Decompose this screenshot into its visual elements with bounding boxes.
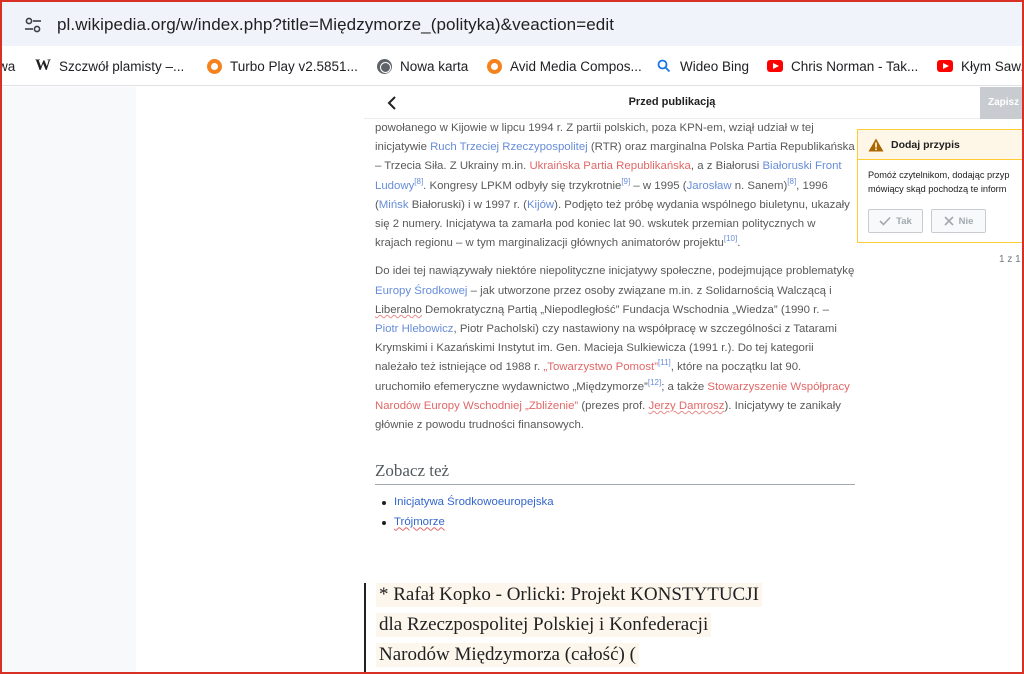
text: Białoruski) i w 1997 r. ( — [408, 198, 527, 211]
bookmark-chris-norman[interactable]: Chris Norman - Tak... — [767, 57, 918, 75]
popup-buttons: Tak Nie — [868, 209, 986, 233]
link-trojmorze[interactable]: Trójmorze — [394, 516, 445, 528]
text: . — [737, 237, 741, 250]
link-jaroslaw[interactable]: Jarosław — [687, 180, 732, 192]
left-gutter — [0, 87, 136, 674]
text: – w 1995 ( — [630, 179, 687, 192]
quote-line: Narodów Międzymorza (całość) ( — [376, 643, 639, 667]
link-minsk[interactable]: Mińsk — [379, 199, 409, 211]
link-hlebowicz[interactable]: Piotr Hlebowicz — [375, 323, 454, 335]
quote-line: dla Rzeczpospolitej Polskiej i Konfedera… — [376, 613, 712, 637]
bookmark-wideo-bing[interactable]: Wideo Bing — [656, 57, 749, 75]
wikipedia-icon: W — [35, 57, 51, 74]
footnote-ref[interactable]: [8] — [787, 177, 796, 186]
bookmark-label: Chris Norman - Tak... — [791, 58, 919, 74]
spellcheck-word[interactable]: Liberalno — [375, 304, 422, 316]
bookmarks-bar: wa W Szczwół plamisty –... Turbo Play v2… — [0, 46, 1024, 86]
text: . Kongresy LPKM odbyły się trzykrotnie — [423, 179, 622, 192]
link-inicjatywa[interactable]: Inicjatywa Środkowoeuropejska — [394, 496, 554, 508]
editor-toolbar: Przed publikacją Zapisz — [364, 87, 1024, 119]
bookmark-klym[interactable]: Kłym Saw... — [937, 57, 1024, 75]
bookmark-wa[interactable]: wa — [0, 57, 15, 75]
article-body: powołanego w Kijowie w lipcu 1994 r. Z p… — [375, 119, 855, 532]
address-bar[interactable]: pl.wikipedia.org/w/index.php?title=Międz… — [0, 0, 1024, 46]
bookmark-label: Wideo Bing — [680, 58, 750, 74]
bookmark-szczwol[interactable]: W Szczwół plamisty –... — [35, 57, 184, 75]
redlink-damrosz[interactable]: Jerzy Damrosz — [649, 400, 725, 412]
bookmark-avid[interactable]: Avid Media Compos... — [486, 57, 642, 75]
close-icon — [944, 216, 954, 226]
yes-button[interactable]: Tak — [868, 209, 923, 233]
bookmark-nowa-karta[interactable]: Nowa karta — [376, 57, 468, 75]
no-button[interactable]: Nie — [931, 209, 986, 233]
turbo-icon — [486, 58, 502, 74]
text: n. Sanem) — [731, 179, 788, 192]
footnote-ref[interactable]: [10] — [724, 234, 737, 243]
link-kijow[interactable]: Kijów — [527, 199, 554, 211]
list-item: Trójmorze — [382, 512, 855, 532]
warning-icon — [868, 138, 884, 151]
suggestion-counter: 1 z 1 — [999, 254, 1021, 265]
text: ; a także — [661, 380, 708, 393]
see-also-list: Inicjatywa Środkowoeuropejska Trójmorze — [375, 492, 855, 532]
bookmark-label: wa — [0, 58, 16, 74]
check-icon — [879, 216, 891, 226]
search-icon — [656, 58, 672, 74]
turbo-icon — [206, 58, 222, 74]
paragraph-1: powołanego w Kijowie w lipcu 1994 r. Z p… — [375, 119, 855, 253]
bookmark-label: Nowa karta — [400, 58, 469, 74]
page-viewport: Przed publikacją Zapisz powołanego w Kij… — [0, 87, 1024, 674]
popup-body: Pomóż czytelnikom, dodając przyp mówiący… — [858, 160, 1024, 196]
text: Demokratyczną Partią „Niepodległość” Fun… — [421, 303, 829, 316]
link-europa-srodkowa[interactable]: Europy Środkowej — [375, 285, 467, 297]
redlink-upr[interactable]: Ukraińska Partia Republikańska — [529, 160, 690, 172]
footnote-ref[interactable]: [9] — [621, 177, 630, 186]
redlink-pomost[interactable]: „Towarzystwo Pomost” — [543, 361, 658, 373]
save-button[interactable]: Zapisz — [980, 87, 1024, 119]
url-text[interactable]: pl.wikipedia.org/w/index.php?title=Międz… — [57, 15, 614, 35]
globe-icon — [376, 58, 392, 74]
text: Do idei tej nawiązywały niektóre niepoli… — [375, 265, 855, 278]
footnote-ref[interactable]: [12] — [648, 378, 661, 387]
text: (prezes prof. — [578, 399, 649, 412]
youtube-icon — [937, 58, 953, 74]
site-settings-icon[interactable] — [24, 17, 42, 33]
quote-line: * Rafał Kopko - Orlicki: Projekt KONSTYT… — [376, 583, 762, 607]
youtube-icon — [767, 58, 783, 74]
editor-title: Przed publikacją — [628, 96, 716, 108]
link-rtr[interactable]: Ruch Trzeciej Rzeczypospolitej — [430, 141, 588, 153]
yes-label: Tak — [896, 215, 912, 227]
no-label: Nie — [958, 215, 974, 227]
popup-text: Pomóż czytelnikom, dodając przyp — [868, 170, 1010, 180]
list-item: Inicjatywa Środkowoeuropejska — [382, 492, 855, 512]
popup-header: Dodaj przypis — [858, 130, 1024, 160]
popup-text: mówiący skąd pochodzą te inform — [868, 184, 1007, 194]
paragraph-2: Do idei tej nawiązywały niektóre niepoli… — [375, 262, 855, 435]
bookmark-turbo-play[interactable]: Turbo Play v2.5851... — [206, 57, 358, 75]
popup-title: Dodaj przypis — [891, 138, 960, 151]
footnote-ref[interactable]: [11] — [658, 359, 671, 368]
bookmark-label: Szczwół plamisty –... — [59, 58, 185, 74]
bookmark-label: Avid Media Compos... — [510, 58, 642, 74]
bookmark-label: Turbo Play v2.5851... — [230, 58, 358, 74]
text: , a z Białorusi — [690, 160, 763, 173]
section-heading-see-also: Zobacz też — [375, 444, 855, 486]
add-citation-popup: Dodaj przypis Pomóż czytelnikom, dodając… — [857, 129, 1024, 243]
text: – jak utworzone przez osoby związane m.i… — [467, 284, 832, 297]
bookmark-label: Kłym Saw... — [961, 58, 1024, 74]
pasted-text-block[interactable]: * Rafał Kopko - Orlicki: Projekt KONSTYT… — [364, 583, 854, 674]
footnote-ref[interactable]: [8] — [414, 177, 423, 186]
